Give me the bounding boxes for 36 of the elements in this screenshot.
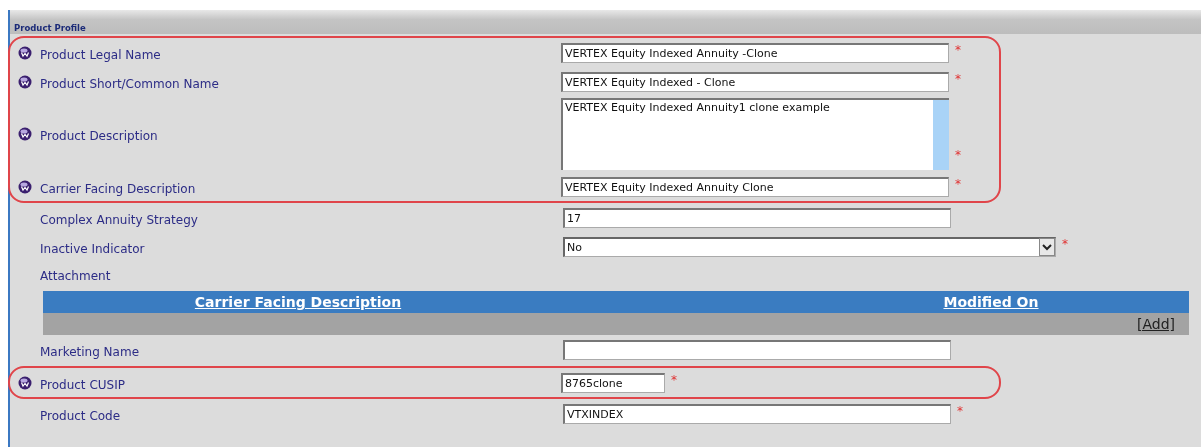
field-label: Product Description	[40, 128, 159, 143]
section-title: Product Profile	[14, 23, 86, 33]
required-asterisk: *	[955, 177, 961, 191]
info-icon[interactable]	[18, 127, 32, 141]
required-asterisk: *	[671, 373, 677, 387]
field-label: Complex Annuity Strategy	[40, 211, 199, 227]
required-asterisk: *	[957, 404, 963, 418]
input-field[interactable]	[563, 339, 951, 360]
required-asterisk: *	[1062, 237, 1068, 251]
info-icon[interactable]	[18, 375, 32, 390]
add-link[interactable]: [Add]	[1136, 316, 1175, 332]
field-label: Marketing Name	[40, 343, 141, 359]
field-label: Attachment	[40, 268, 112, 283]
field-label: Product CUSIP	[40, 376, 126, 392]
field-label: Product Legal Name	[40, 46, 162, 62]
input-field[interactable]: VERTEX Equity Indexed - Clone	[561, 71, 949, 92]
column-header-link[interactable]: Modified On	[553, 294, 1189, 310]
field-label: Inactive Indicator	[40, 240, 146, 256]
dropdown[interactable]: No	[563, 236, 1056, 257]
field-label: Product Short/Common Name	[40, 75, 220, 91]
text-area[interactable]: VERTEX Equity Indexed Annuity1 clone example	[561, 98, 949, 170]
info-icon[interactable]	[18, 74, 32, 89]
input-field[interactable]: VERTEX Equity Indexed Annuity Clone	[561, 176, 949, 197]
required-asterisk: *	[955, 72, 961, 86]
input-field[interactable]: VERTEX Equity Indexed Annuity -Clone	[561, 42, 949, 63]
input-field[interactable]: 17	[563, 207, 951, 228]
info-icon[interactable]	[18, 179, 32, 194]
required-asterisk: *	[955, 148, 961, 162]
field-label: Product Code	[40, 407, 122, 423]
input-field[interactable]: VTXINDEX	[563, 403, 951, 424]
input-field[interactable]: 8765clone	[561, 372, 665, 393]
required-asterisk: *	[955, 43, 961, 57]
field-label: Carrier Facing Description	[40, 180, 197, 196]
caret-icon[interactable]	[1039, 238, 1055, 256]
column-header-link[interactable]: Carrier Facing Description	[43, 294, 553, 310]
info-icon[interactable]	[18, 45, 32, 60]
